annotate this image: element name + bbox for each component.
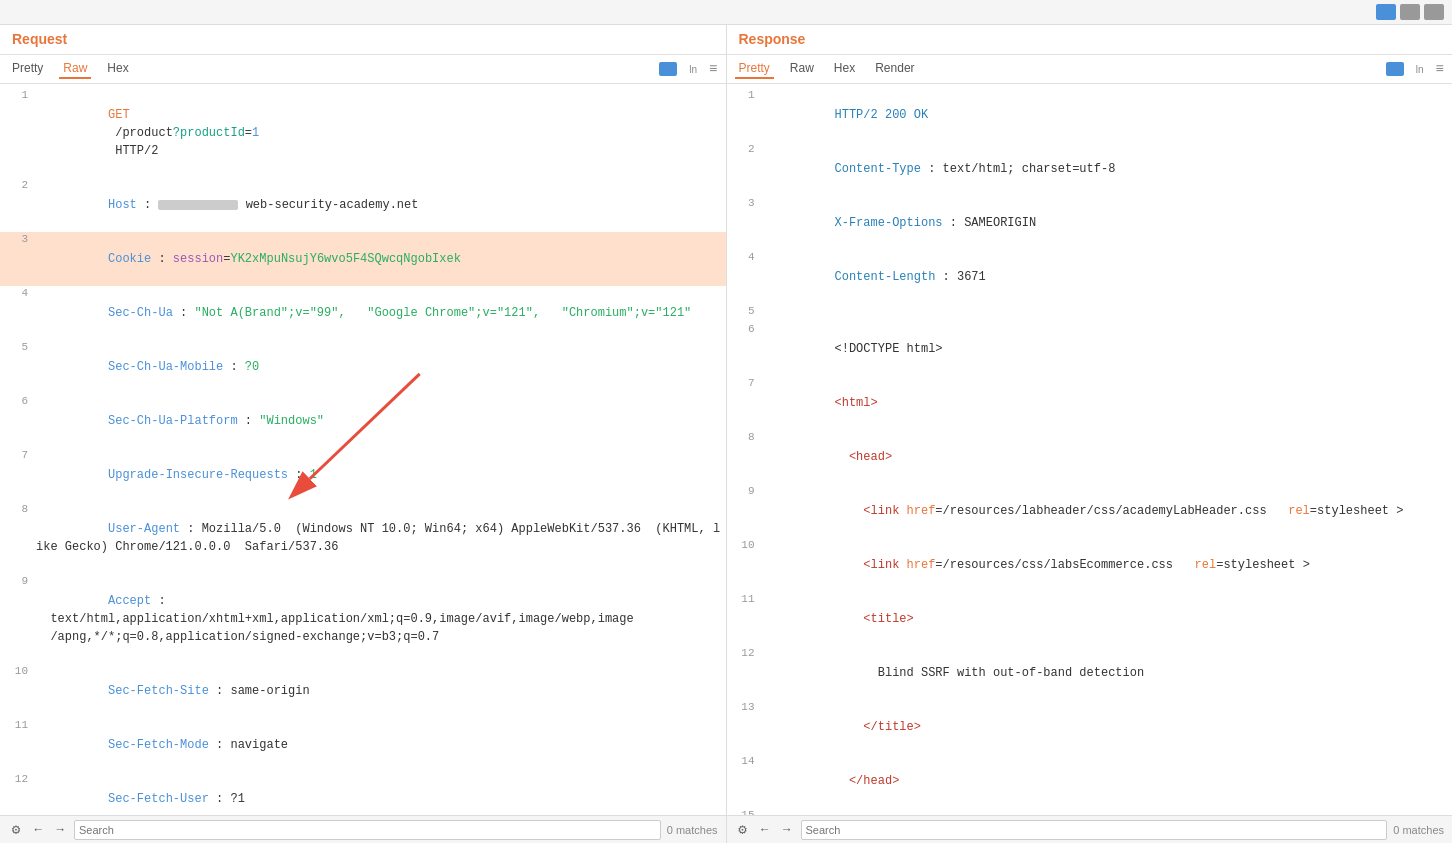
- grid-icon[interactable]: [1376, 4, 1396, 20]
- main-container: Request Pretty Raw Hex ln ≡ 1 GET /produ…: [0, 25, 1452, 843]
- menu-icon-request[interactable]: ≡: [709, 61, 717, 77]
- request-content: 1 GET /product?productId=1 HTTP/2 2 Host…: [0, 84, 726, 815]
- response-panel: Response Pretty Raw Hex Render ln ≡ 1 HT…: [727, 25, 1453, 843]
- menu-icon-response[interactable]: ≡: [1436, 61, 1444, 77]
- minimize-icon[interactable]: [1400, 4, 1420, 20]
- search-input-response[interactable]: [801, 820, 1388, 840]
- tab-hex-request[interactable]: Hex: [103, 59, 132, 79]
- host-masked: [158, 200, 238, 210]
- request-line-8: 8 User-Agent : Mozilla/5.0 (Windows NT 1…: [0, 502, 726, 574]
- request-line-1: 1 GET /product?productId=1 HTTP/2: [0, 88, 726, 178]
- response-line-10: 10 <link href=/resources/css/labsEcommer…: [727, 538, 1453, 592]
- request-line-3: 3 Cookie : session=YK2xMpuNsujY6wvo5F4SQ…: [0, 232, 726, 286]
- settings-icon-request[interactable]: ⚙: [8, 822, 24, 838]
- top-bar: [0, 0, 1452, 25]
- request-line-7: 7 Upgrade-Insecure-Requests : 1: [0, 448, 726, 502]
- response-line-2: 2 Content-Type : text/html; charset=utf-…: [727, 142, 1453, 196]
- response-line-9: 9 <link href=/resources/labheader/css/ac…: [727, 484, 1453, 538]
- tab-raw-response[interactable]: Raw: [786, 59, 818, 79]
- response-line-5: 5: [727, 304, 1453, 322]
- response-line-11: 11 <title>: [727, 592, 1453, 646]
- response-line-12: 12 Blind SSRF with out-of-band detection: [727, 646, 1453, 700]
- request-header: Request: [0, 25, 726, 55]
- request-bottom-bar: ⚙ ← → 0 matches: [0, 815, 726, 843]
- response-line-8: 8 <head>: [727, 430, 1453, 484]
- forward-nav-response[interactable]: →: [779, 822, 795, 838]
- response-line-4: 4 Content-Length : 3671: [727, 250, 1453, 304]
- request-line-11: 11 Sec-Fetch-Mode : navigate: [0, 718, 726, 772]
- request-title: Request: [12, 31, 67, 47]
- match-count-response: 0 matches: [1393, 824, 1444, 836]
- response-line-1: 1 HTTP/2 200 OK: [727, 88, 1453, 142]
- response-line-13: 13 </title>: [727, 700, 1453, 754]
- search-input-request[interactable]: [74, 820, 661, 840]
- forward-nav-request[interactable]: →: [52, 822, 68, 838]
- response-bottom-bar: ⚙ ← → 0 matches: [727, 815, 1453, 843]
- tab-render-response[interactable]: Render: [871, 59, 918, 79]
- back-nav-response[interactable]: ←: [757, 822, 773, 838]
- back-nav-request[interactable]: ←: [30, 822, 46, 838]
- request-line-9: 9 Accept : text/html,application/xhtml+x…: [0, 574, 726, 664]
- tab-raw-request[interactable]: Raw: [59, 59, 91, 79]
- response-line-15: 15 <body>: [727, 808, 1453, 815]
- response-title: Response: [739, 31, 806, 47]
- request-panel: Request Pretty Raw Hex ln ≡ 1 GET /produ…: [0, 25, 727, 843]
- window-controls: [1376, 4, 1444, 20]
- tab-hex-response[interactable]: Hex: [830, 59, 859, 79]
- match-count-request: 0 matches: [667, 824, 718, 836]
- response-content: 1 HTTP/2 200 OK 2 Content-Type : text/ht…: [727, 84, 1453, 815]
- ln-toggle-response[interactable]: ln: [1416, 64, 1424, 75]
- response-line-14: 14 </head>: [727, 754, 1453, 808]
- response-line-6: 6 <!DOCTYPE html>: [727, 322, 1453, 376]
- request-line-4: 4 Sec-Ch-Ua : "Not A(Brand";v="99", "Goo…: [0, 286, 726, 340]
- close-icon[interactable]: [1424, 4, 1444, 20]
- response-header: Response: [727, 25, 1453, 55]
- request-line-6: 6 Sec-Ch-Ua-Platform : "Windows": [0, 394, 726, 448]
- ln-toggle-request[interactable]: ln: [689, 64, 697, 75]
- request-tab-bar: Pretty Raw Hex ln ≡: [0, 55, 726, 84]
- tab-pretty-response[interactable]: Pretty: [735, 59, 774, 79]
- response-line-3: 3 X-Frame-Options : SAMEORIGIN: [727, 196, 1453, 250]
- request-line-5: 5 Sec-Ch-Ua-Mobile : ?0: [0, 340, 726, 394]
- request-line-2: 2 Host : web-security-academy.net: [0, 178, 726, 232]
- response-line-7: 7 <html>: [727, 376, 1453, 430]
- copy-icon[interactable]: [659, 62, 677, 76]
- request-line-10: 10 Sec-Fetch-Site : same-origin: [0, 664, 726, 718]
- request-line-12: 12 Sec-Fetch-User : ?1: [0, 772, 726, 815]
- response-tab-bar: Pretty Raw Hex Render ln ≡: [727, 55, 1453, 84]
- tab-pretty-request[interactable]: Pretty: [8, 59, 47, 79]
- settings-icon-response[interactable]: ⚙: [735, 822, 751, 838]
- copy-icon-response[interactable]: [1386, 62, 1404, 76]
- method: GET: [108, 108, 130, 122]
